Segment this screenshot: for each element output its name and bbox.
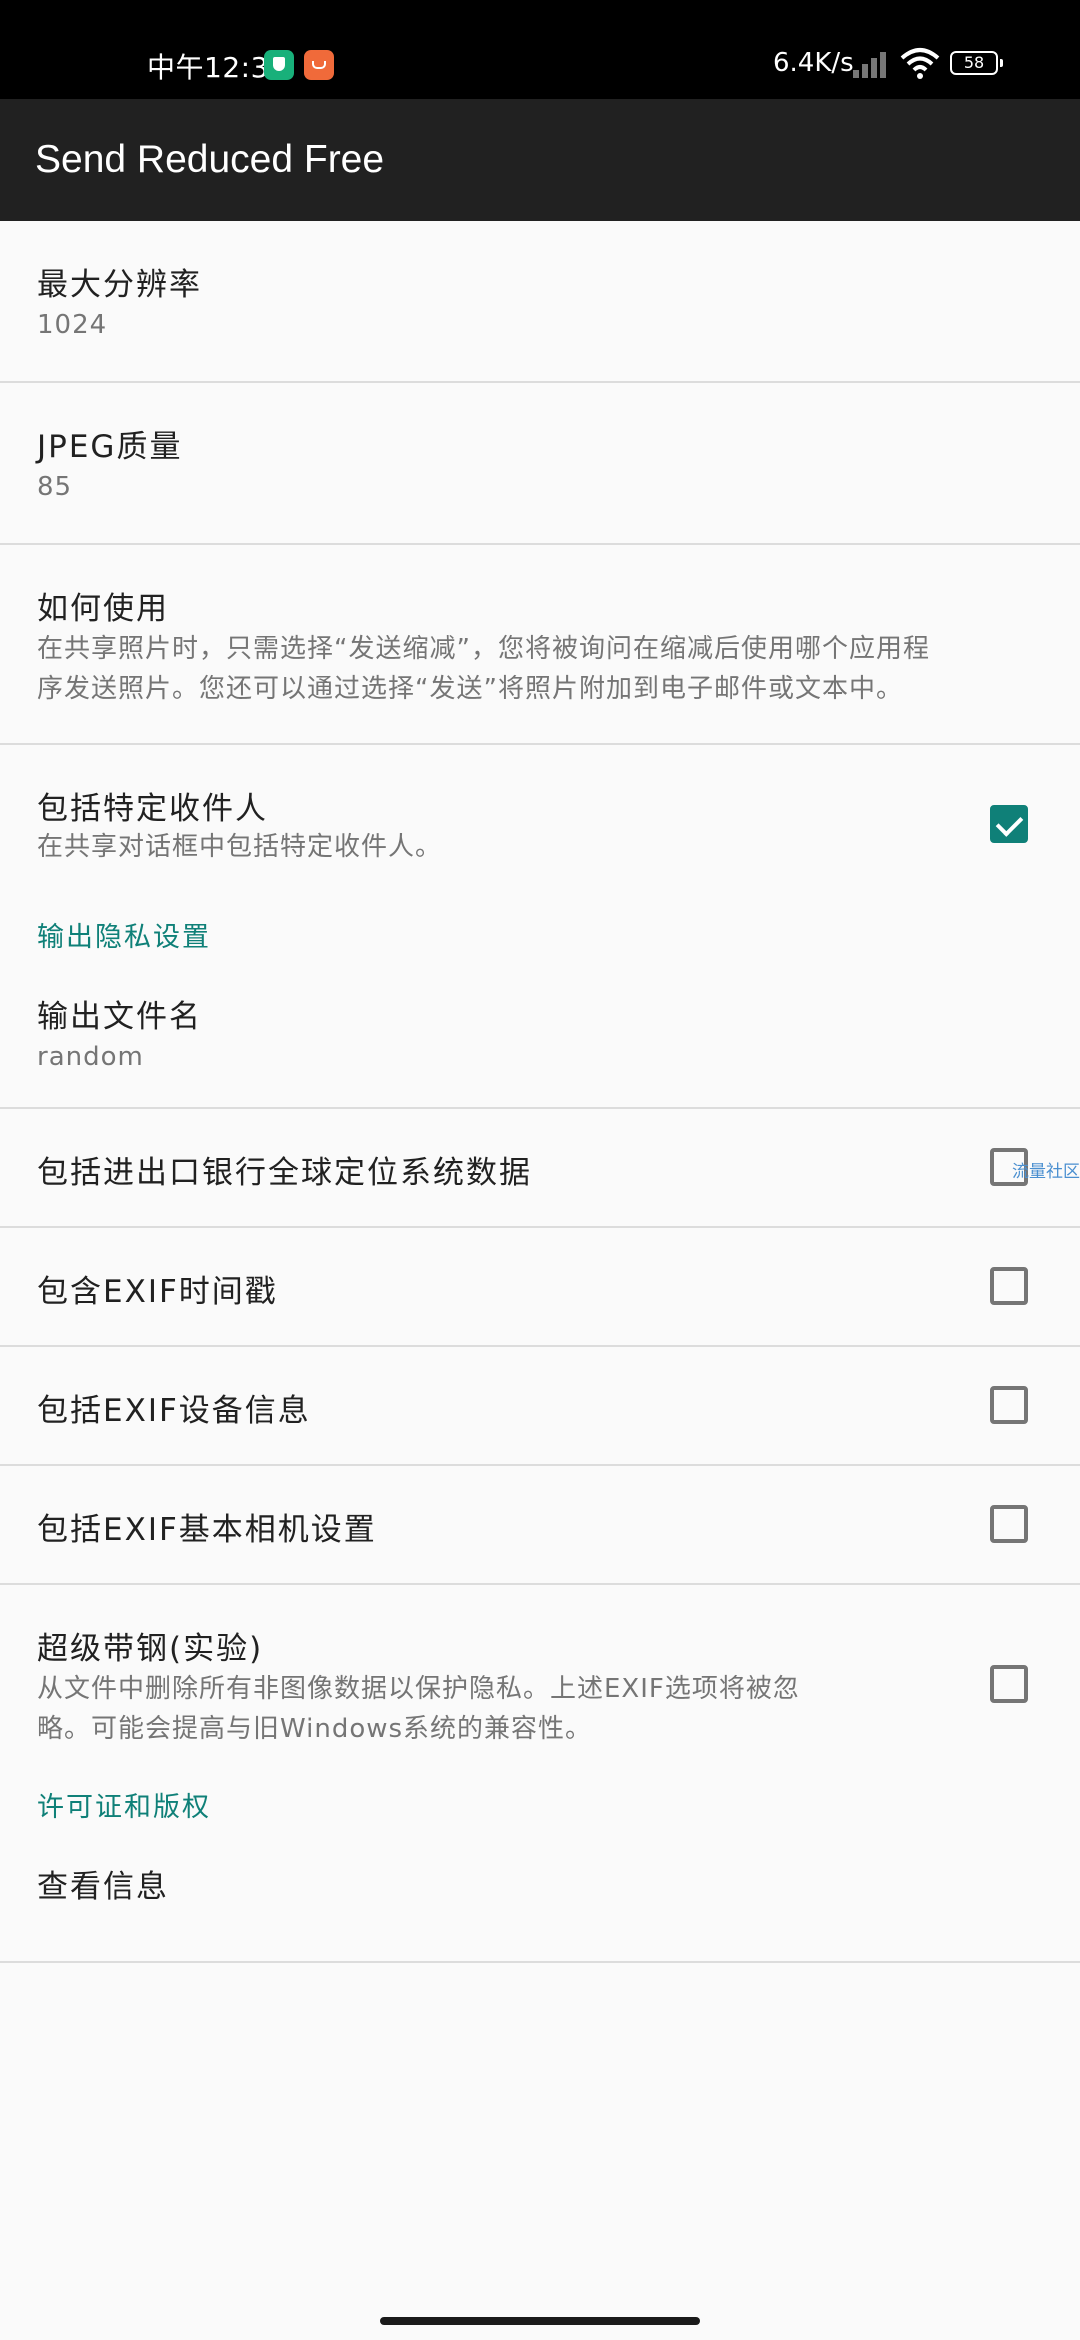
category-label: 许可证和版权 — [37, 1792, 211, 1823]
battery-icon: 58 — [950, 51, 1003, 75]
pref-include-recipients[interactable]: 包括特定收件人 在共享对话框中包括特定收件人。 — [0, 745, 1080, 907]
pref-include-gps[interactable]: 包括进出口银行全球定位系统数据 — [0, 1109, 1080, 1228]
pref-summary-line2: 略。可能会提高与旧Windows系统的兼容性。 — [37, 1714, 593, 1744]
pref-title: 包括EXIF设备信息 — [37, 1393, 311, 1429]
include-recipients-checkbox[interactable] — [990, 805, 1028, 843]
pref-max-resolution[interactable]: 最大分辨率 1024 — [0, 221, 1080, 383]
pref-summary-line1: 从文件中删除所有非图像数据以保护隐私。上述EXIF选项将被忽 — [37, 1674, 800, 1704]
pref-title: 超级带钢(实验) — [37, 1631, 264, 1667]
include-exif-device-checkbox[interactable] — [990, 1386, 1028, 1424]
include-exif-camera-checkbox[interactable] — [990, 1505, 1028, 1543]
category-privacy: 输出隐私设置 — [0, 907, 1080, 985]
pref-view-info[interactable]: 查看信息 — [0, 1841, 1080, 1963]
wifi-icon — [900, 48, 940, 79]
shield-app-icon — [264, 50, 294, 80]
app-bar: Send Reduced Free — [0, 99, 1080, 221]
pref-summary: random — [37, 1042, 144, 1072]
watermark-text: 流量社区 — [1012, 1162, 1080, 1182]
pref-title: JPEG质量 — [37, 429, 183, 465]
pref-include-exif-camera[interactable]: 包括EXIF基本相机设置 — [0, 1466, 1080, 1585]
pref-summary: 1024 — [37, 310, 108, 340]
pref-title: 包括特定收件人 — [37, 791, 268, 827]
pref-title: 包括EXIF基本相机设置 — [37, 1512, 377, 1548]
pref-how-to-use[interactable]: 如何使用 在共享照片时，只需选择“发送缩减”，您将被询问在缩减后使用哪个应用程 … — [0, 545, 1080, 745]
pref-summary: 在共享对话框中包括特定收件人。 — [37, 832, 443, 862]
shop-app-icon — [304, 50, 334, 80]
pref-title: 如何使用 — [37, 591, 169, 627]
pref-title: 最大分辨率 — [37, 267, 202, 303]
preferences-list: 最大分辨率 1024 JPEG质量 85 如何使用 在共享照片时，只需选择“发送… — [0, 221, 1080, 1963]
app-title: Send Reduced Free — [35, 138, 385, 181]
category-label: 输出隐私设置 — [37, 922, 211, 953]
status-bar: 中午12:31 6.4K/s 58 — [0, 0, 1080, 99]
include-exif-time-checkbox[interactable] — [990, 1267, 1028, 1305]
pref-summary: 85 — [37, 472, 73, 502]
super-strip-checkbox[interactable] — [990, 1665, 1028, 1703]
pref-output-filename[interactable]: 输出文件名 random — [0, 985, 1080, 1109]
pref-title: 包含EXIF时间戳 — [37, 1274, 278, 1310]
network-speed: 6.4K/s — [773, 48, 854, 78]
pref-summary-line2: 序发送照片。您还可以通过选择“发送”将照片附加到电子邮件或文本中。 — [37, 674, 903, 704]
pref-include-exif-device[interactable]: 包括EXIF设备信息 — [0, 1347, 1080, 1466]
pref-super-strip[interactable]: 超级带钢(实验) 从文件中删除所有非图像数据以保护隐私。上述EXIF选项将被忽 … — [0, 1585, 1080, 1785]
pref-title: 查看信息 — [37, 1869, 169, 1905]
pref-title: 包括进出口银行全球定位系统数据 — [37, 1155, 532, 1191]
gesture-nav-bar[interactable] — [380, 2317, 700, 2325]
pref-include-exif-time[interactable]: 包含EXIF时间戳 — [0, 1228, 1080, 1347]
pref-jpeg-quality[interactable]: JPEG质量 85 — [0, 383, 1080, 545]
pref-summary-line1: 在共享照片时，只需选择“发送缩减”，您将被询问在缩减后使用哪个应用程 — [37, 634, 930, 664]
category-license: 许可证和版权 — [0, 1785, 1080, 1841]
signal-icon — [853, 50, 893, 78]
pref-title: 输出文件名 — [37, 999, 202, 1035]
